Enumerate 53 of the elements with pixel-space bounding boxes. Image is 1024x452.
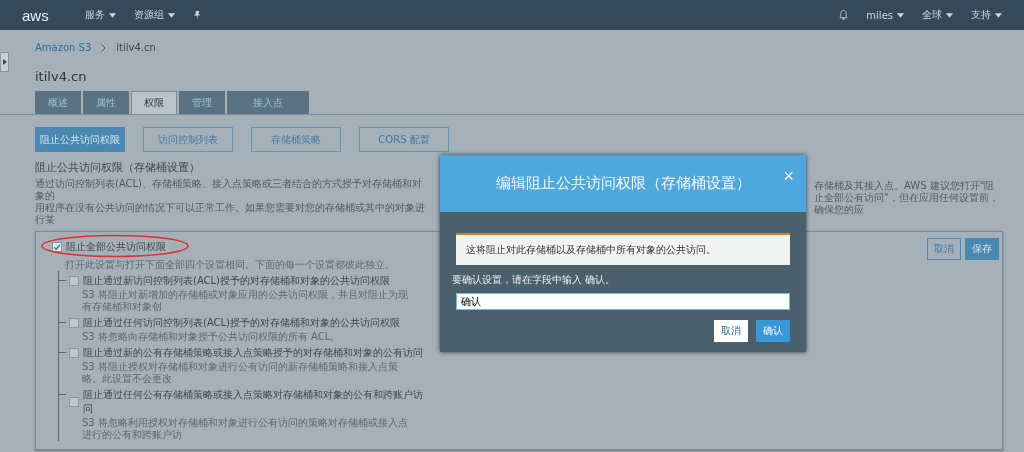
tab[interactable]: 属性 xyxy=(83,91,129,114)
dialog-title: 编辑阻止公共访问权限（存储桶设置） xyxy=(495,174,751,193)
nav-menu[interactable]: 资源组 xyxy=(133,8,175,22)
tab[interactable]: 概述 xyxy=(35,91,81,114)
tab[interactable]: 权限 xyxy=(131,91,177,114)
checkbox[interactable] xyxy=(69,276,79,286)
user-menu[interactable]: miles xyxy=(866,9,904,21)
cancel-button[interactable]: 取消 xyxy=(927,238,961,260)
checkbox[interactable] xyxy=(52,242,62,252)
checkbox[interactable] xyxy=(69,318,79,328)
subtab-button[interactable]: 存储桶策略 xyxy=(251,127,341,152)
subtab-button[interactable]: CORS 配置 xyxy=(359,127,449,152)
subtab-button[interactable]: 访问控制列表 xyxy=(143,127,233,152)
description-text: 通过访问控制列表(ACL)、存储桶策略、接入点策略或三者结合的方式授予对存储桶和对象的 xyxy=(35,178,424,202)
close-button[interactable]: × xyxy=(779,167,798,185)
caret-icon xyxy=(995,12,1002,18)
checkbox[interactable] xyxy=(69,348,79,358)
checkbox-label: 阻止通过新的公有存储桶策略或接入点策略授予的对存储桶和对象的公有访问 xyxy=(83,346,423,360)
checkbox[interactable] xyxy=(69,397,79,407)
aws-logo[interactable]: aws xyxy=(22,6,49,24)
setting-hint: S3 将忽略利用授权对存储桶和对象进行公有访问的策略对存储桶或接入点进行的公有和跨账户访 xyxy=(82,417,409,441)
caret-icon xyxy=(946,12,953,18)
cancel-button[interactable]: 取消 xyxy=(714,320,748,342)
nav-menu[interactable]: 服务 xyxy=(84,8,116,22)
section-heading: 阻止公共访问权限（存储桶设置） xyxy=(35,160,201,175)
tab[interactable]: 管理 xyxy=(179,91,225,114)
caret-icon xyxy=(897,12,904,18)
tab[interactable]: 接入点 xyxy=(227,91,309,114)
confirm-input-field[interactable]: 确认 xyxy=(456,293,790,310)
description-text: 用程序在没有公共访问的情况下可以正常工作。如果您需要对您的存储桶或其中的对象进行某 xyxy=(35,202,426,226)
support-menu[interactable]: 支持 xyxy=(971,8,1002,22)
caret-icon xyxy=(167,12,175,18)
checkbox-label: 阻止通过新访问控制列表(ACL)授予的对存储桶和对象的公共访问权限 xyxy=(83,274,391,288)
region-menu[interactable]: 全球 xyxy=(922,8,953,22)
bell-icon[interactable] xyxy=(839,10,849,20)
triangle-icon xyxy=(2,59,7,65)
setting-hint: S3 将忽略向存储桶和对象授予公共访问权限的所有 ACL。 xyxy=(82,331,342,343)
breadcrumb-current: itilv4.cn xyxy=(116,42,156,53)
confirm-prompt: 要确认设置，请在字段中输入 确认。 xyxy=(452,273,617,287)
checkbox-label: 阻止通过任何访问控制列表(ACL)授予的对存储桶和对象的公共访问权限 xyxy=(83,316,401,330)
bucket-title: itilv4.cn xyxy=(35,69,88,84)
sidebar-toggle[interactable] xyxy=(0,52,9,72)
breadcrumb-link[interactable]: Amazon S3 xyxy=(35,42,92,53)
breadcrumb-separator-icon xyxy=(101,43,107,52)
subtab-button[interactable]: 阻止公共访问权限 xyxy=(35,127,125,152)
description-text: 存储桶及其接入点。AWS 建议您打开"阻止全部公有访问"，但在应用任何设置前，确保您的应 xyxy=(814,180,1000,217)
confirm-button[interactable]: 确认 xyxy=(756,320,790,342)
warning-alert: 这将阻止对此存储桶以及存储桶中所有对象的公共访问。 xyxy=(456,233,790,265)
checkbox-label: 阻止通过任何公有存储桶策略或接入点策略对存储桶和对象的公有和跨账户访问 xyxy=(83,388,424,416)
pin-icon[interactable] xyxy=(192,10,202,20)
checkbox-label: 阻止全部公共访问权限 xyxy=(66,240,166,254)
save-button[interactable]: 保存 xyxy=(965,238,999,260)
caret-icon xyxy=(108,12,116,18)
